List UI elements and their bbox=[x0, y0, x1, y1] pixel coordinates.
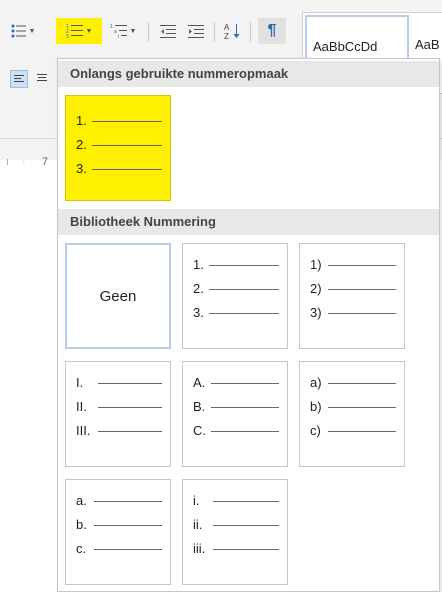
numbering-format-alpha-upper[interactable]: A. B. C. bbox=[182, 361, 288, 467]
numbering-format-roman-lower[interactable]: i. ii. iii. bbox=[182, 479, 288, 585]
numbering-format-123-paren[interactable]: 1) 2) 3) bbox=[299, 243, 405, 349]
pilcrow-icon: ¶ bbox=[267, 22, 277, 39]
list-level-row: c. bbox=[76, 542, 164, 556]
list-level-row: a. bbox=[76, 494, 164, 508]
bulleted-list-icon bbox=[11, 24, 26, 38]
list-level-row: 2. bbox=[76, 138, 164, 152]
increase-indent-button[interactable] bbox=[184, 18, 208, 44]
sort-az-icon: A Z bbox=[224, 23, 240, 40]
list-level-row: II. bbox=[76, 400, 164, 414]
chevron-down-icon: ▼ bbox=[129, 27, 137, 35]
svg-text:Z: Z bbox=[224, 32, 229, 40]
chevron-down-icon: ▼ bbox=[28, 27, 36, 35]
bullets-button[interactable]: ▼ bbox=[8, 18, 38, 44]
recent-numbering-header: Onlangs gebruikte nummeropmaak bbox=[58, 61, 439, 87]
align-left-icon[interactable] bbox=[10, 70, 28, 88]
recent-numbering-format[interactable]: 1. 2. 3. bbox=[65, 95, 171, 201]
svg-text:1: 1 bbox=[110, 24, 113, 30]
decrease-indent-icon bbox=[160, 25, 176, 38]
ruler-tick: ı bbox=[6, 156, 10, 168]
list-level-row: 2. bbox=[193, 282, 281, 296]
list-level-row: i. bbox=[193, 494, 281, 508]
numbering-format-roman-upper[interactable]: I. II. III. bbox=[65, 361, 171, 467]
svg-text:a: a bbox=[114, 29, 117, 35]
none-label: Geen bbox=[99, 287, 137, 305]
divider bbox=[214, 22, 215, 42]
list-level-row: 3. bbox=[76, 162, 164, 176]
list-level-row: iii. bbox=[193, 542, 281, 556]
list-level-row: ii. bbox=[193, 518, 281, 532]
style-preview-text[interactable]: AaB bbox=[415, 37, 440, 52]
ruler-mark: 7 bbox=[42, 156, 49, 168]
divider bbox=[148, 22, 149, 42]
list-level-row: C. bbox=[193, 424, 281, 438]
ruler-tick: · bbox=[22, 156, 26, 168]
list-level-row: b) bbox=[310, 400, 398, 414]
multilevel-list-icon: 1 a i bbox=[110, 24, 127, 39]
paragraph-group-row: ▼ 1 2 3 ▼ 1 a i ▼ A Z ¶ bbox=[0, 18, 300, 48]
numbering-button[interactable]: 1 2 3 ▼ bbox=[56, 18, 102, 44]
list-level-row: III. bbox=[76, 424, 164, 438]
show-marks-button[interactable]: ¶ bbox=[258, 18, 286, 44]
list-level-row: a) bbox=[310, 376, 398, 390]
decrease-indent-button[interactable] bbox=[156, 18, 180, 44]
svg-text:3: 3 bbox=[66, 34, 69, 39]
list-level-row: B. bbox=[193, 400, 281, 414]
style-preview-text: AaBbCcDd bbox=[313, 39, 378, 54]
ruler: ı · 7 bbox=[0, 152, 60, 174]
multilevel-list-button[interactable]: 1 a i ▼ bbox=[104, 18, 142, 44]
list-level-row: 3) bbox=[310, 306, 398, 320]
sort-button[interactable]: A Z bbox=[220, 18, 246, 44]
align-center-icon[interactable] bbox=[34, 70, 52, 88]
list-level-row: 1. bbox=[76, 114, 164, 128]
numbering-dropdown: Onlangs gebruikte nummeropmaak 1. 2. 3. … bbox=[57, 58, 440, 592]
numbering-format-none[interactable]: Geen bbox=[65, 243, 171, 349]
list-level-row: A. bbox=[193, 376, 281, 390]
numbered-list-icon: 1 2 3 bbox=[66, 24, 83, 39]
list-level-row: 1. bbox=[193, 258, 281, 272]
list-level-row: 1) bbox=[310, 258, 398, 272]
chevron-down-icon: ▼ bbox=[85, 27, 93, 35]
numbering-library-header: Bibliotheek Nummering bbox=[58, 209, 439, 235]
svg-text:A: A bbox=[224, 23, 230, 32]
numbering-format-alpha-lower-dot[interactable]: a. b. c. bbox=[65, 479, 171, 585]
list-level-row: 2) bbox=[310, 282, 398, 296]
numbering-format-alpha-lower-paren[interactable]: a) b) c) bbox=[299, 361, 405, 467]
svg-text:i: i bbox=[118, 34, 119, 39]
divider bbox=[250, 22, 251, 42]
list-level-row: 3. bbox=[193, 306, 281, 320]
list-level-row: c) bbox=[310, 424, 398, 438]
increase-indent-icon bbox=[188, 25, 204, 38]
list-level-row: I. bbox=[76, 376, 164, 390]
list-level-row: b. bbox=[76, 518, 164, 532]
numbering-format-123-dot[interactable]: 1. 2. 3. bbox=[182, 243, 288, 349]
